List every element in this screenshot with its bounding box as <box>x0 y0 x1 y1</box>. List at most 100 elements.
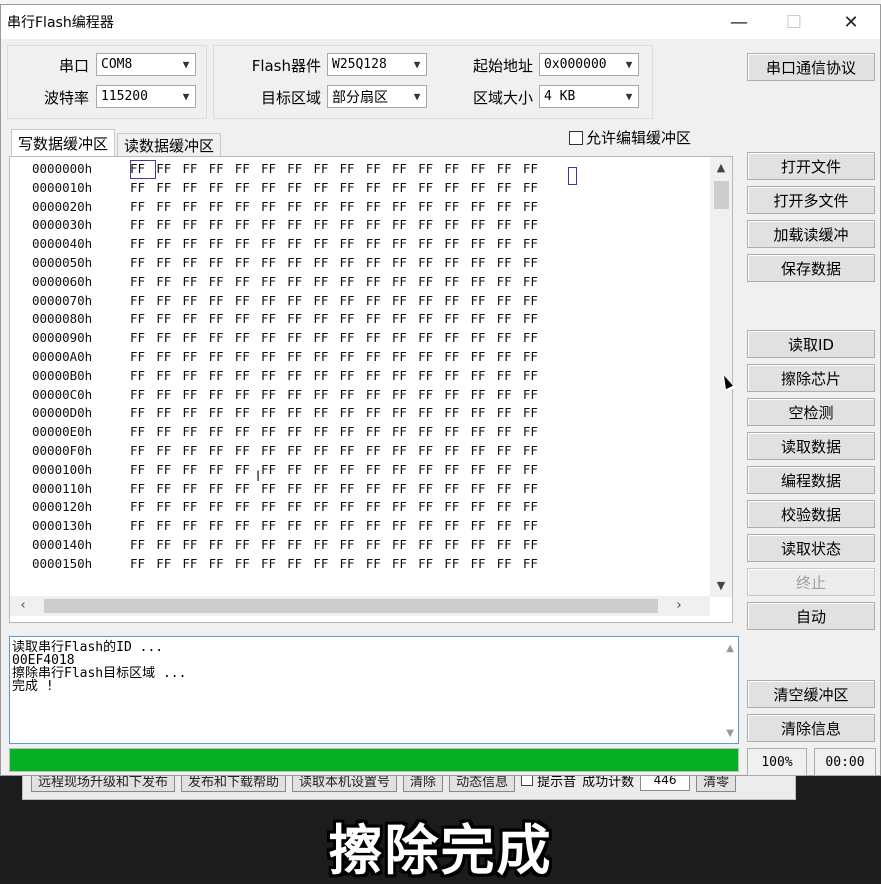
hex-byte[interactable]: FF <box>156 329 182 348</box>
hex-byte[interactable]: FF <box>287 329 313 348</box>
hex-byte[interactable]: FF <box>470 461 496 480</box>
hex-byte[interactable]: FF <box>470 198 496 217</box>
hex-byte[interactable]: FF <box>444 329 470 348</box>
hex-byte[interactable]: FF <box>418 461 444 480</box>
hex-byte[interactable]: FF <box>235 198 261 217</box>
hex-byte[interactable]: FF <box>313 498 339 517</box>
hex-byte[interactable]: FF <box>313 179 339 198</box>
hex-byte[interactable]: FF <box>392 292 418 311</box>
scroll-down-icon[interactable]: ▼ <box>710 579 732 597</box>
hex-byte[interactable]: FF <box>156 235 182 254</box>
hex-byte[interactable]: FF <box>209 160 235 179</box>
hex-byte[interactable]: FF <box>392 461 418 480</box>
hex-byte[interactable]: FF <box>497 367 523 386</box>
hex-byte[interactable]: FF <box>235 367 261 386</box>
hex-byte[interactable]: FF <box>340 536 366 555</box>
hex-byte[interactable]: FF <box>392 517 418 536</box>
hex-byte[interactable]: FF <box>313 273 339 292</box>
hex-byte[interactable]: FF <box>497 461 523 480</box>
region-size-select[interactable]: 4 KB ▼ <box>539 85 639 108</box>
hex-byte[interactable]: FF <box>235 179 261 198</box>
hex-byte[interactable]: FF <box>523 198 549 217</box>
hex-byte[interactable]: FF <box>130 198 156 217</box>
hex-byte[interactable]: FF <box>444 498 470 517</box>
hex-byte[interactable]: FF <box>470 404 496 423</box>
hex-byte[interactable]: FF <box>523 404 549 423</box>
hex-byte[interactable]: FF <box>523 292 549 311</box>
hex-byte[interactable]: FF <box>235 254 261 273</box>
hex-byte[interactable]: FF <box>261 216 287 235</box>
close-icon[interactable]: ✕ <box>831 5 871 39</box>
hex-byte[interactable]: FF <box>182 216 208 235</box>
hex-byte[interactable]: FF <box>340 404 366 423</box>
open-multi-file-button[interactable]: 打开多文件 <box>747 186 875 214</box>
hex-byte[interactable]: FF <box>287 160 313 179</box>
message-log[interactable]: 读取串行Flash的ID ... 00EF4018 擦除串行Flash目标区域 … <box>9 636 739 744</box>
hex-byte[interactable]: FF <box>340 329 366 348</box>
hex-byte[interactable]: FF <box>366 517 392 536</box>
hex-byte[interactable]: FF <box>156 498 182 517</box>
hex-byte[interactable]: FF <box>392 498 418 517</box>
hex-byte[interactable]: FF <box>392 216 418 235</box>
hex-byte[interactable]: FF <box>418 310 444 329</box>
hex-byte[interactable]: FF <box>497 536 523 555</box>
hex-byte[interactable]: FF <box>261 555 287 574</box>
port-select[interactable]: COM8 ▼ <box>96 53 196 76</box>
hex-byte[interactable]: FF <box>418 480 444 499</box>
hex-byte[interactable]: FF <box>366 179 392 198</box>
hex-byte[interactable]: FF <box>366 198 392 217</box>
hex-byte[interactable]: FF <box>392 254 418 273</box>
hex-byte[interactable]: FF <box>470 292 496 311</box>
hex-byte[interactable]: FF <box>287 517 313 536</box>
load-read-buffer-button[interactable]: 加载读缓冲 <box>747 220 875 248</box>
hex-byte[interactable]: FF <box>497 216 523 235</box>
hex-byte[interactable]: FF <box>209 198 235 217</box>
hex-byte[interactable]: FF <box>340 348 366 367</box>
hex-byte[interactable]: FF <box>444 216 470 235</box>
auto-button[interactable]: 自动 <box>747 602 875 630</box>
hex-byte[interactable]: FF <box>156 348 182 367</box>
hex-byte[interactable]: FF <box>340 235 366 254</box>
hex-byte[interactable]: FF <box>366 160 392 179</box>
hex-byte[interactable]: FF <box>209 480 235 499</box>
protocol-button[interactable]: 串口通信协议 <box>747 53 875 81</box>
maximize-icon[interactable]: ☐ <box>774 5 814 39</box>
hex-byte[interactable]: FF <box>156 273 182 292</box>
hex-byte[interactable]: FF <box>287 235 313 254</box>
target-select[interactable]: 部分扇区 ▼ <box>327 85 427 108</box>
hex-byte[interactable]: FF <box>287 292 313 311</box>
hex-byte[interactable]: FF <box>523 160 549 179</box>
hex-byte[interactable]: FF <box>261 329 287 348</box>
start-address-select[interactable]: 0x000000 ▼ <box>539 53 639 76</box>
scroll-left-icon[interactable]: ‹ <box>12 596 34 616</box>
hex-byte[interactable]: FF <box>523 179 549 198</box>
hex-byte[interactable]: FF <box>261 386 287 405</box>
hex-byte[interactable]: FF <box>392 536 418 555</box>
hex-byte[interactable]: FF <box>261 498 287 517</box>
hex-byte[interactable]: FF <box>287 423 313 442</box>
hex-byte[interactable]: FF <box>235 536 261 555</box>
hex-byte[interactable]: FF <box>497 555 523 574</box>
hex-byte[interactable]: FF <box>523 386 549 405</box>
hex-byte[interactable]: FF <box>313 404 339 423</box>
hex-byte[interactable]: FF <box>182 480 208 499</box>
hex-byte[interactable]: FF <box>313 292 339 311</box>
hex-byte[interactable]: FF <box>287 480 313 499</box>
hex-byte[interactable]: FF <box>313 442 339 461</box>
hex-byte[interactable]: FF <box>130 160 157 179</box>
hex-byte[interactable]: FF <box>497 498 523 517</box>
hex-byte[interactable]: FF <box>418 160 444 179</box>
hex-byte[interactable]: FF <box>444 517 470 536</box>
hex-byte[interactable]: FF <box>209 404 235 423</box>
hex-byte[interactable]: FF <box>287 536 313 555</box>
hex-byte[interactable]: FF <box>313 216 339 235</box>
hex-byte[interactable]: FF <box>497 310 523 329</box>
hex-byte[interactable]: FF <box>523 480 549 499</box>
hex-byte[interactable]: FF <box>130 292 156 311</box>
log-scroll-down-icon[interactable]: ▼ <box>726 728 734 739</box>
hex-byte[interactable]: FF <box>182 348 208 367</box>
hex-byte[interactable]: FF <box>156 442 182 461</box>
hex-byte[interactable]: FF <box>209 254 235 273</box>
hex-byte[interactable]: FF <box>444 273 470 292</box>
hex-byte[interactable]: FF <box>470 179 496 198</box>
